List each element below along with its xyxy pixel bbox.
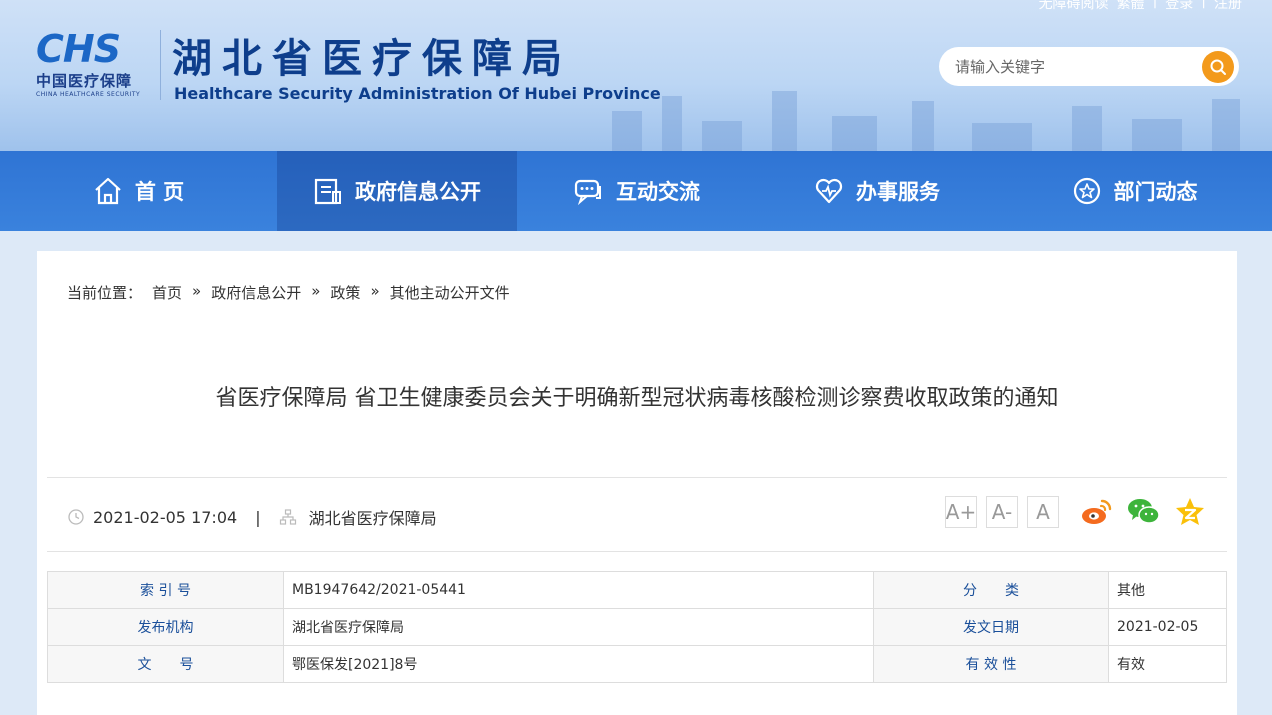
category-label: 分 类 [873, 571, 1109, 609]
logo-mark: CHS [36, 27, 121, 71]
skyline-decoration [572, 81, 1272, 151]
clock-icon [68, 509, 84, 525]
issue-date-label: 发文日期 [873, 608, 1109, 646]
chat-icon [574, 179, 601, 206]
document-info-table: 索 引 号 MB1947642/2021-05441 分 类 其他 发布机构 湖… [47, 571, 1227, 683]
nav-gov-info[interactable]: 政府信息公开 [277, 151, 517, 231]
breadcrumb-prefix: 当前位置： [67, 284, 143, 302]
nav-interaction[interactable]: 互动交流 [517, 151, 757, 231]
validity-value: 有效 [1108, 645, 1227, 683]
table-row: 文 号 鄂医保发[2021]8号 有 效 性 有效 [47, 645, 1227, 683]
site-subtitle: Healthcare Security Administration Of Hu… [174, 84, 661, 103]
search-box [939, 47, 1239, 86]
category-value: 其他 [1108, 571, 1227, 609]
issue-date-value: 2021-02-05 [1108, 608, 1227, 646]
search-input[interactable] [955, 56, 1195, 78]
breadcrumb-separator: » [370, 282, 380, 300]
nav-label: 办事服务 [856, 180, 940, 204]
chs-logo[interactable]: CHS 中国医疗保障 CHINA HEALTHCARE SECURITY [36, 30, 154, 102]
issuer-value: 湖北省医疗保障局 [283, 608, 874, 646]
wechat-icon[interactable] [1127, 497, 1161, 527]
index-number-label: 索 引 号 [47, 571, 284, 609]
meta-separator: | [255, 507, 261, 527]
index-number-value: MB1947642/2021-05441 [283, 571, 874, 609]
nav-services[interactable]: 办事服务 [757, 151, 997, 231]
qzone-icon[interactable] [1175, 497, 1205, 527]
publish-datetime: 2021-02-05 17:04 [93, 507, 238, 527]
main-nav: 首 页 政府信息公开 互动交流 办事服务 部门动态 [0, 151, 1272, 231]
logo-cn-text: 中国医疗保障 [36, 72, 133, 90]
nav-home[interactable]: 首 页 [0, 151, 277, 231]
separator: | [1201, 0, 1206, 9]
article-title: 省医疗保障局 省卫生健康委员会关于明确新型冠状病毒核酸检测诊察费收取政策的通知 [215, 386, 1059, 411]
star-icon [1073, 177, 1100, 205]
search-button[interactable] [1202, 51, 1234, 83]
validity-label: 有 效 性 [873, 645, 1109, 683]
nav-label: 部门动态 [1113, 180, 1198, 204]
nav-department-news[interactable]: 部门动态 [997, 151, 1272, 231]
register-link[interactable]: 注册 [1214, 0, 1242, 13]
breadcrumb-separator: » [311, 282, 321, 300]
breadcrumb-policy[interactable]: 政策 [330, 282, 360, 303]
article-container: 当前位置： 首页 » 政府信息公开 » 政策 » 其他主动公开文件 省医疗保障局… [37, 251, 1237, 715]
logo-en-text: CHINA HEALTHCARE SECURITY [36, 91, 141, 98]
share-buttons [1080, 497, 1205, 527]
nav-label: 互动交流 [616, 180, 700, 204]
accessibility-link[interactable]: 无障碍阅读 [1039, 0, 1109, 13]
doc-number-value: 鄂医保发[2021]8号 [283, 645, 874, 683]
table-row: 索 引 号 MB1947642/2021-05441 分 类 其他 [47, 571, 1227, 609]
issuer-label: 发布机构 [47, 608, 284, 646]
heart-icon [815, 178, 843, 204]
font-increase-button[interactable]: A+ [945, 496, 977, 528]
document-icon [314, 178, 341, 205]
doc-number-label: 文 号 [47, 645, 284, 683]
search-icon [1210, 59, 1226, 75]
nav-label: 首 页 [134, 180, 185, 204]
home-icon [95, 177, 121, 205]
traditional-chinese-link[interactable]: 繁體 [1117, 0, 1145, 13]
font-decrease-button[interactable]: A- [986, 496, 1018, 528]
org-icon [279, 509, 296, 525]
site-header: 无障碍阅读 繁體 | 登录 | 注册 CHS 中国医疗保障 CHINA HEAL… [0, 0, 1272, 151]
nav-label: 政府信息公开 [355, 180, 481, 204]
font-size-controls: A+ A- A [945, 496, 1059, 528]
divider [47, 551, 1227, 552]
separator: | [1152, 0, 1158, 9]
breadcrumb-other-files[interactable]: 其他主动公开文件 [390, 282, 510, 303]
divider [47, 477, 1227, 478]
breadcrumb-gov-info[interactable]: 政府信息公开 [211, 282, 301, 303]
logo-divider [160, 30, 161, 100]
weibo-icon[interactable] [1080, 497, 1113, 527]
top-links: 无障碍阅读 繁體 | 登录 | 注册 [1039, 0, 1242, 13]
font-reset-button[interactable]: A [1027, 496, 1059, 528]
site-title: 湖北省医疗保障局 [172, 36, 572, 82]
table-row: 发布机构 湖北省医疗保障局 发文日期 2021-02-05 [47, 608, 1227, 646]
breadcrumb-separator: » [192, 282, 202, 300]
breadcrumb: 当前位置： 首页 » 政府信息公开 » 政策 » 其他主动公开文件 [67, 282, 510, 303]
login-link[interactable]: 登录 [1165, 0, 1193, 13]
article-meta: 2021-02-05 17:04 | 湖北省医疗保障局 [67, 505, 437, 529]
breadcrumb-home[interactable]: 首页 [152, 282, 182, 303]
publish-source: 湖北省医疗保障局 [308, 509, 437, 528]
